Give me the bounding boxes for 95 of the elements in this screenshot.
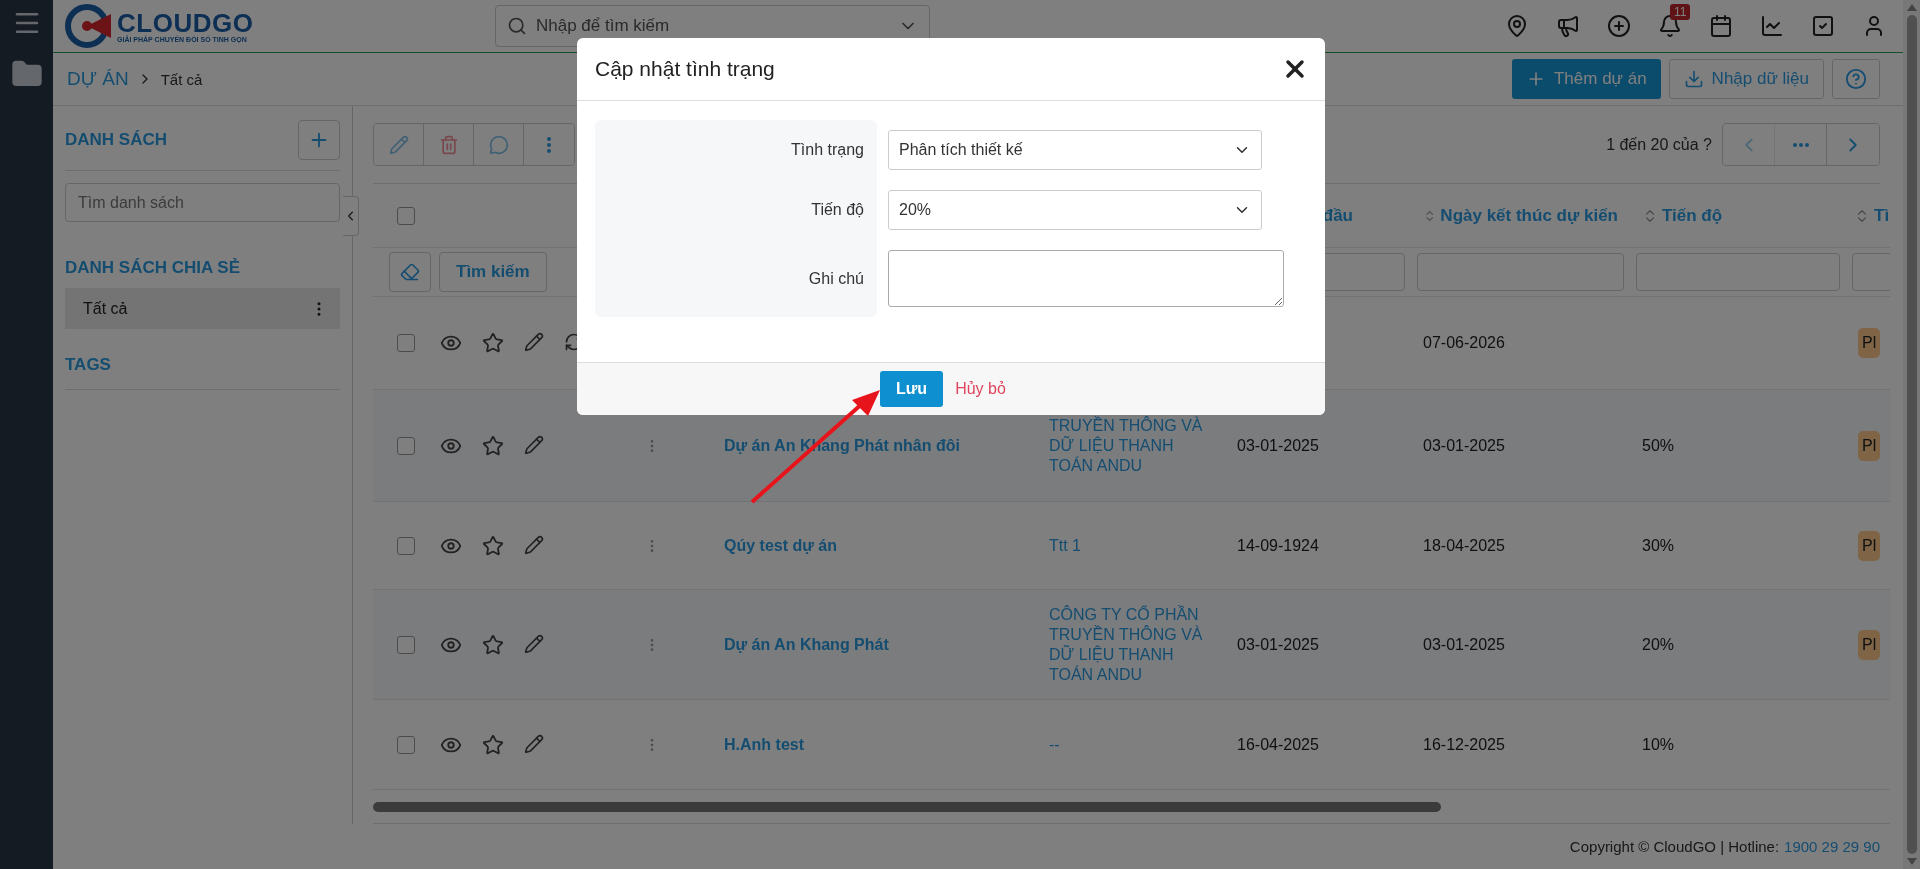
pagination-text: 1 đến 20 của ? — [1606, 135, 1712, 154]
select-field[interactable]: Phân tích thiết kế — [888, 130, 1262, 170]
select-all-checkbox[interactable] — [397, 206, 415, 225]
eraser-icon — [400, 262, 420, 282]
speech-bubble-icon — [488, 134, 509, 155]
column-header[interactable]: Tì — [1874, 205, 1890, 226]
horizontal-scrollbar[interactable] — [373, 801, 1441, 812]
clear-filter-button[interactable] — [389, 252, 431, 292]
edit-icon[interactable] — [524, 633, 544, 654]
company-name: Ttt 1 — [1049, 535, 1081, 556]
edit-icon[interactable] — [524, 332, 544, 352]
add-icon[interactable] — [1607, 14, 1631, 38]
status-tag: Pl — [1858, 328, 1881, 358]
row-checkbox[interactable] — [397, 536, 415, 555]
download-icon — [1683, 69, 1704, 89]
edit-icon[interactable] — [524, 534, 544, 555]
edit-button[interactable] — [374, 124, 424, 165]
notification-badge: 11 — [1670, 4, 1691, 20]
note-field[interactable] — [888, 250, 1284, 307]
megaphone-icon[interactable] — [1556, 14, 1580, 38]
field-label: Ghi chú — [807, 268, 864, 289]
start-date: 03-01-2025 — [1237, 436, 1319, 455]
list-item[interactable]: Tất cả — [65, 288, 340, 329]
copyright-text: Copyright © CloudGO | Hotline: — [1569, 838, 1780, 855]
end-date: 07-06-2026 — [1423, 334, 1505, 352]
status-tag: Pl — [1858, 629, 1881, 660]
filter-field[interactable] — [1636, 253, 1840, 291]
progress-value: 50% — [1642, 436, 1675, 455]
end-date: 03-01-2025 — [1423, 436, 1505, 455]
progress-value: 10% — [1642, 735, 1675, 754]
save-button[interactable]: Lưu — [880, 371, 944, 407]
star-icon[interactable] — [482, 332, 504, 354]
row-checkbox[interactable] — [397, 436, 415, 455]
collapse-button[interactable] — [343, 196, 359, 236]
section-title: DANH SÁCH CHIA SẺ — [65, 258, 242, 278]
edit-icon[interactable] — [524, 434, 544, 455]
add-project-button[interactable]: Thêm dự án — [1511, 59, 1661, 99]
column-header[interactable]: Tiến độ — [1662, 205, 1723, 226]
star-icon[interactable] — [482, 633, 504, 656]
add-list-button[interactable] — [298, 120, 340, 160]
company-name: TRUYỀN THÔNG VÀ DỮ LIỆU THANH TOÁN ANDU — [1049, 415, 1204, 476]
more-icon — [547, 136, 551, 153]
pencil-icon — [388, 134, 409, 155]
status-tag: Pl — [1858, 430, 1881, 461]
list-search-field[interactable]: Tìm danh sách — [65, 183, 340, 222]
status-tag: Pl — [1858, 530, 1881, 561]
search-icon — [507, 16, 527, 36]
progress-value: 20% — [1642, 635, 1675, 654]
start-date: 03-01-2025 — [1237, 635, 1319, 654]
edit-icon[interactable] — [524, 733, 544, 754]
row-checkbox[interactable] — [397, 635, 415, 654]
breadcrumb-current: Tất cả — [160, 70, 203, 88]
hotline-link[interactable]: 1900 29 29 90 — [1784, 838, 1880, 855]
star-icon[interactable] — [482, 534, 504, 557]
row-checkbox[interactable] — [397, 334, 415, 352]
column-header[interactable]: Ngày kết thúc dự kiến — [1440, 205, 1618, 226]
logo-icon — [65, 4, 113, 48]
end-date: 16-12-2025 — [1423, 735, 1505, 754]
import-button[interactable]: Nhập dữ liệu — [1668, 59, 1824, 99]
trash-icon — [438, 134, 459, 155]
star-icon[interactable] — [482, 434, 504, 457]
panel-title: DANH SÁCH — [65, 130, 167, 150]
end-date: 03-01-2025 — [1423, 635, 1505, 654]
section-title: TAGS — [65, 355, 340, 390]
map-pin-icon[interactable] — [1505, 14, 1529, 38]
company-name: -- — [1049, 734, 1060, 755]
logo-name: CLOUDGO — [117, 9, 254, 36]
dialog-title: Cập nhật tình trạng — [595, 57, 775, 81]
star-icon[interactable] — [482, 733, 504, 756]
project-name-link[interactable]: Dự án An Khang Phát — [724, 635, 889, 654]
bell-icon[interactable] — [1658, 14, 1682, 38]
field-label: Tiến độ — [810, 200, 864, 220]
calendar-icon[interactable] — [1709, 14, 1733, 38]
select-field[interactable]: 20% — [888, 190, 1262, 230]
scroll-up-icon[interactable] — [1906, 4, 1917, 11]
progress-value: 30% — [1642, 536, 1675, 555]
cancel-link[interactable]: Hủy bỏ — [955, 380, 1006, 398]
chart-icon[interactable] — [1760, 14, 1784, 38]
task-icon[interactable] — [1811, 14, 1835, 38]
help-icon — [1845, 68, 1867, 90]
project-name-link[interactable]: H.Anh test — [724, 735, 804, 754]
field-label: Tình trạng — [790, 140, 864, 160]
ellipsis-icon — [1792, 142, 1809, 147]
help-button[interactable] — [1832, 59, 1880, 99]
column-header[interactable]: đầu — [1322, 205, 1353, 226]
search-button[interactable]: Tìm kiếm — [439, 252, 547, 292]
project-name-link[interactable]: Qúy test dự án — [724, 536, 837, 555]
breadcrumb-link[interactable]: DỰ ÁN — [67, 68, 129, 90]
start-date: 16-04-2025 — [1237, 735, 1319, 754]
scroll-down-icon[interactable] — [1906, 858, 1917, 865]
row-checkbox[interactable] — [397, 735, 415, 754]
filter-field[interactable] — [1417, 253, 1624, 291]
company-name: CÔNG TY CỔ PHẦN TRUYỀN THÔNG VÀ DỮ LIỆU THANH TOÁN ANDU — [1049, 604, 1204, 685]
end-date: 18-04-2025 — [1423, 536, 1505, 555]
start-date: 14-09-1924 — [1237, 536, 1319, 555]
